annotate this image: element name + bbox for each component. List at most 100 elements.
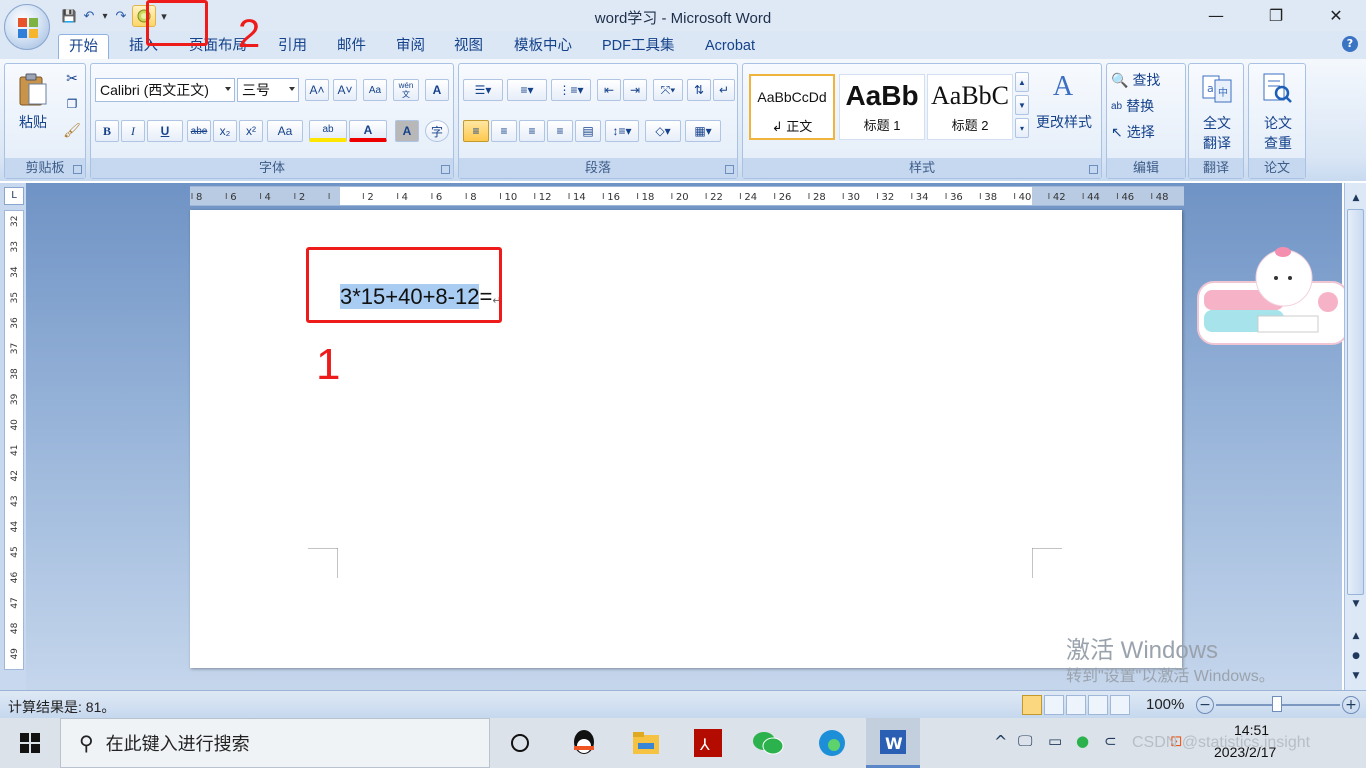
paste-button[interactable]: 粘贴 (13, 112, 53, 132)
font-size-select[interactable]: 三号 (237, 78, 299, 102)
zoom-slider-thumb[interactable] (1272, 696, 1282, 712)
print-layout-icon[interactable] (1022, 695, 1042, 715)
paste-icon[interactable] (13, 70, 53, 110)
web-layout-icon[interactable] (1066, 695, 1086, 715)
bullets-button[interactable]: ☰▾ (463, 79, 503, 101)
start-button[interactable] (0, 718, 60, 768)
help-icon[interactable]: ? (1342, 36, 1358, 52)
enclose-characters-button[interactable]: 字 (425, 120, 449, 142)
zoom-in-button[interactable]: + (1342, 696, 1360, 714)
increase-indent-button[interactable]: ⇥ (623, 79, 647, 101)
grow-font-button[interactable]: A˄ (305, 79, 329, 101)
tab-selector-icon[interactable]: L (4, 187, 24, 205)
find-button[interactable]: 🔍 查找 (1111, 70, 1183, 90)
font-launcher-icon[interactable] (441, 165, 450, 174)
zoom-level[interactable]: 100% (1146, 696, 1184, 713)
numbering-button[interactable]: ≡▾ (507, 79, 547, 101)
paper-label-1[interactable]: 论文 (1249, 114, 1307, 132)
change-case-button[interactable]: Aa (267, 120, 303, 142)
scroll-thumb[interactable] (1347, 209, 1364, 595)
highlight-color-button[interactable]: ab (309, 120, 347, 142)
cut-icon[interactable]: ✂ (61, 68, 83, 88)
change-styles-button[interactable]: 更改样式 (1031, 112, 1097, 132)
subscript-button[interactable]: x₂ (213, 120, 237, 142)
character-shading-button[interactable]: A (395, 120, 419, 142)
tab-mailings[interactable]: 邮件 (327, 34, 376, 59)
decrease-indent-button[interactable]: ⇤ (597, 79, 621, 101)
italic-button[interactable]: I (121, 120, 145, 142)
horizontal-ruler[interactable]: 8 6 4 2 2 4 6 8 10 12 14 16 18 20 22 24 26 28 30 32 34 36 38 40… (190, 186, 1184, 206)
next-page-icon[interactable]: ▼ (1348, 671, 1364, 685)
scroll-up-icon[interactable]: ▲ (1348, 193, 1364, 207)
styles-launcher-icon[interactable] (1089, 165, 1098, 174)
previous-page-icon[interactable]: ▲ (1348, 631, 1364, 645)
scroll-down-icon[interactable]: ▼ (1348, 599, 1364, 613)
task-view-icon[interactable] (500, 724, 540, 762)
tab-references[interactable]: 引用 (268, 34, 317, 59)
word-taskbar-icon[interactable]: W (866, 718, 920, 768)
network-icon[interactable]: 🖵 (1018, 732, 1032, 750)
restore-button[interactable]: ❐ (1246, 0, 1306, 31)
superscript-button[interactable]: x² (239, 120, 263, 142)
font-color-button[interactable]: A (349, 120, 387, 142)
browse-object-icon[interactable]: ● (1348, 651, 1364, 665)
translate-label-2[interactable]: 翻译 (1189, 134, 1245, 152)
phonetic-guide-button[interactable]: wén 文 (393, 79, 419, 101)
align-left-button[interactable]: ≡ (463, 120, 489, 142)
zoom-out-button[interactable]: − (1196, 696, 1214, 714)
borders-button[interactable]: ▦▾ (685, 120, 721, 142)
styles-scroll-down-icon[interactable]: ▼ (1015, 95, 1029, 115)
qq-icon[interactable] (564, 724, 604, 762)
character-border-button[interactable]: A (425, 79, 449, 101)
paragraph-launcher-icon[interactable] (725, 165, 734, 174)
minimize-button[interactable]: — (1186, 0, 1246, 31)
clear-format-button[interactable]: Aa (363, 79, 387, 101)
line-spacing-button[interactable]: ↕≡▾ (605, 120, 639, 142)
underline-button[interactable]: U (147, 120, 183, 142)
wechat-icon[interactable] (748, 724, 788, 762)
styles-more-icon[interactable]: ▾ (1015, 118, 1029, 138)
style-heading2[interactable]: AaBbC 标题 2 (927, 74, 1013, 140)
format-painter-icon[interactable]: 🖌 (61, 120, 83, 140)
taskbar-search-box[interactable]: ⚲ 在此键入进行搜索 (60, 718, 490, 768)
office-button[interactable] (4, 4, 50, 50)
plagiarism-check-icon[interactable] (1259, 70, 1295, 106)
text-direction-button[interactable]: ⤧▾ (653, 79, 683, 101)
style-heading1[interactable]: AaBb 标题 1 (839, 74, 925, 140)
wechat-tray-icon[interactable]: ● (1076, 732, 1089, 750)
file-explorer-icon[interactable] (626, 724, 666, 762)
acrobat-icon[interactable]: ⅄ (688, 724, 728, 762)
strikethrough-button[interactable]: abe (187, 120, 211, 142)
justify-button[interactable]: ≡ (547, 120, 573, 142)
tray-overflow-icon[interactable]: ^ (994, 732, 1007, 751)
vertical-ruler[interactable]: 32 33 34 35 36 37 38 39 40 41 42 43 44 45 46 47 48 49 (4, 210, 24, 670)
shading-button[interactable]: ◇▾ (645, 120, 681, 142)
shrink-font-button[interactable]: A˅ (333, 79, 357, 101)
copy-icon[interactable]: ❐ (61, 94, 83, 114)
full-screen-reading-icon[interactable] (1044, 695, 1064, 715)
font-name-select[interactable]: Calibri (西文正文) (95, 78, 235, 102)
translate-label-1[interactable]: 全文 (1189, 114, 1245, 132)
camera-icon[interactable]: ▭ (1048, 732, 1062, 750)
edge-browser-icon[interactable] (812, 724, 852, 762)
clipboard-launcher-icon[interactable] (73, 165, 82, 174)
translate-icon[interactable]: a中 (1199, 70, 1235, 106)
multilevel-list-button[interactable]: ⋮≡▾ (551, 79, 591, 101)
tab-pdf-tools[interactable]: PDF工具集 (592, 34, 685, 59)
paper-label-2[interactable]: 查重 (1249, 134, 1307, 152)
change-styles-icon[interactable]: A (1043, 70, 1083, 104)
show-marks-button[interactable]: ↵ (713, 79, 735, 101)
tab-template-center[interactable]: 模板中心 (504, 34, 582, 59)
tab-view[interactable]: 视图 (444, 34, 493, 59)
bold-button[interactable]: B (95, 120, 119, 142)
outline-view-icon[interactable] (1088, 695, 1108, 715)
draft-view-icon[interactable] (1110, 695, 1130, 715)
vertical-scrollbar[interactable]: ▲ ▼ ▲ ● ▼ (1344, 183, 1366, 690)
tab-home[interactable]: 开始 (58, 34, 109, 59)
sort-button[interactable]: ⇅ (687, 79, 711, 101)
align-right-button[interactable]: ≡ (519, 120, 545, 142)
tab-review[interactable]: 审阅 (386, 34, 435, 59)
distributed-button[interactable]: ▤ (575, 120, 601, 142)
select-button[interactable]: ↖ 选择 (1111, 122, 1183, 142)
replace-button[interactable]: ab 替换 (1111, 96, 1183, 116)
